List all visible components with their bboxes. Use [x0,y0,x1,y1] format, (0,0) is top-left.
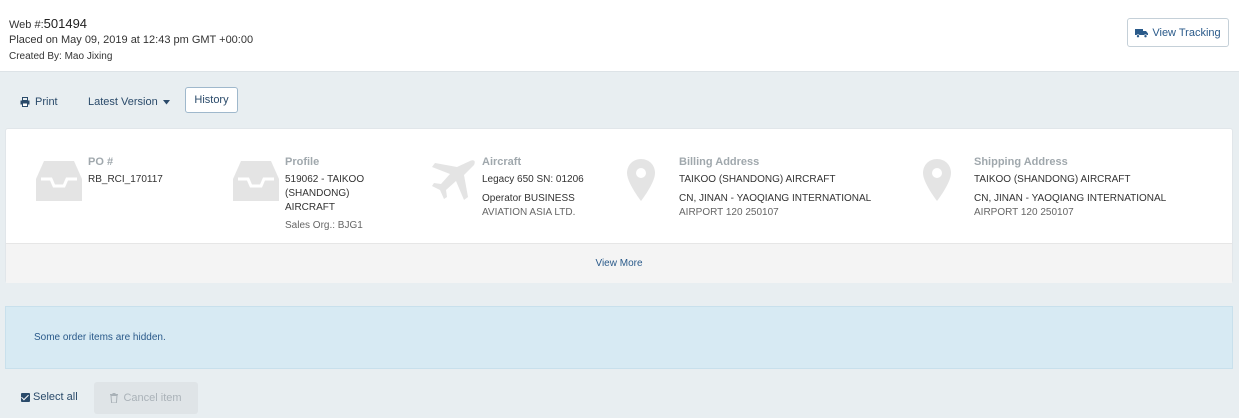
profile-label: Profile [285,156,320,168]
view-tracking-label: View Tracking [1152,26,1221,39]
billing-address-label: Billing Address [679,156,760,168]
shipping-address-label: Shipping Address [974,156,1068,168]
billing-address-line1: TAIKOO (SHANDONG) AIRCRAFT [679,173,836,185]
aircraft-section: Aircraft Legacy 650 SN: 01206 Operator B… [400,129,596,241]
web-number-label: Web #: [9,19,44,31]
print-label: Print [35,96,58,108]
billing-address-line3: AIRPORT 120 250107 [679,206,779,218]
cancel-item-label: Cancel item [123,392,182,404]
aircraft-line2: Operator BUSINESS [482,192,575,204]
printer-icon [20,97,30,107]
map-marker-icon [627,159,655,201]
po-section: PO # RB_RCI_170117 [6,129,202,241]
shipping-address-line3: AIRPORT 120 250107 [974,206,1074,218]
billing-address-line2: CN, JINAN - YAOQIANG INTERNATIONAL [679,192,872,204]
aircraft-label: Aircraft [482,156,522,168]
po-label: PO # [88,156,114,168]
select-all-checkbox[interactable]: Select all [21,391,78,403]
airplane-icon [432,160,475,200]
hidden-items-alert: Some order items are hidden. [5,306,1233,369]
placed-date: Placed on May 09, 2019 at 12:43 pm GMT +… [9,34,254,46]
view-more-link[interactable]: View More [6,243,1232,283]
truck-icon [1135,28,1149,38]
shipping-address-line2: CN, JINAN - YAOQIANG INTERNATIONAL [974,192,1167,204]
map-marker-icon [923,159,951,201]
created-by: Created By: Mao Jixing [9,51,113,62]
profile-sales-org: Sales Org.: BJG1 [285,219,363,231]
web-number: Web #:501494 [9,16,87,31]
print-button[interactable]: Print [20,96,58,108]
aircraft-line1: Legacy 650 SN: 01206 [482,173,584,185]
order-info-card: PO # RB_RCI_170117 Profile 519062 - TAIK… [5,128,1233,283]
inbox-icon [233,161,279,201]
profile-line1: 519062 - TAIKOO [285,173,365,185]
inbox-icon [36,161,82,201]
latest-version-dropdown[interactable]: Latest Version [88,96,170,108]
profile-line2: (SHANDONG) AIRCRAFT [285,187,350,213]
select-all-label: Select all [33,391,78,403]
caret-down-icon [162,99,170,104]
shipping-address-section: Shipping Address TAIKOO (SHANDONG) AIRCR… [893,129,1223,241]
cancel-item-button[interactable]: Cancel item [94,382,198,414]
aircraft-line3: AVIATION ASIA LTD. [482,206,576,218]
order-header: Web #:501494 Placed on May 09, 2019 at 1… [0,0,1239,72]
latest-version-label: Latest Version [88,96,158,108]
hidden-items-alert-text: Some order items are hidden. [34,332,166,343]
history-button[interactable]: History [185,87,238,113]
shipping-address-line1: TAIKOO (SHANDONG) AIRCRAFT [974,173,1131,185]
view-tracking-button[interactable]: View Tracking [1127,18,1229,47]
po-value: RB_RCI_170117 [88,173,163,185]
trash-icon [110,393,119,403]
profile-section: Profile 519062 - TAIKOO (SHANDONG) AIRCR… [203,129,399,241]
checkbox-icon [21,392,30,402]
web-number-value: 501494 [43,16,88,31]
billing-address-section: Billing Address TAIKOO (SHANDONG) AIRCRA… [597,129,892,241]
